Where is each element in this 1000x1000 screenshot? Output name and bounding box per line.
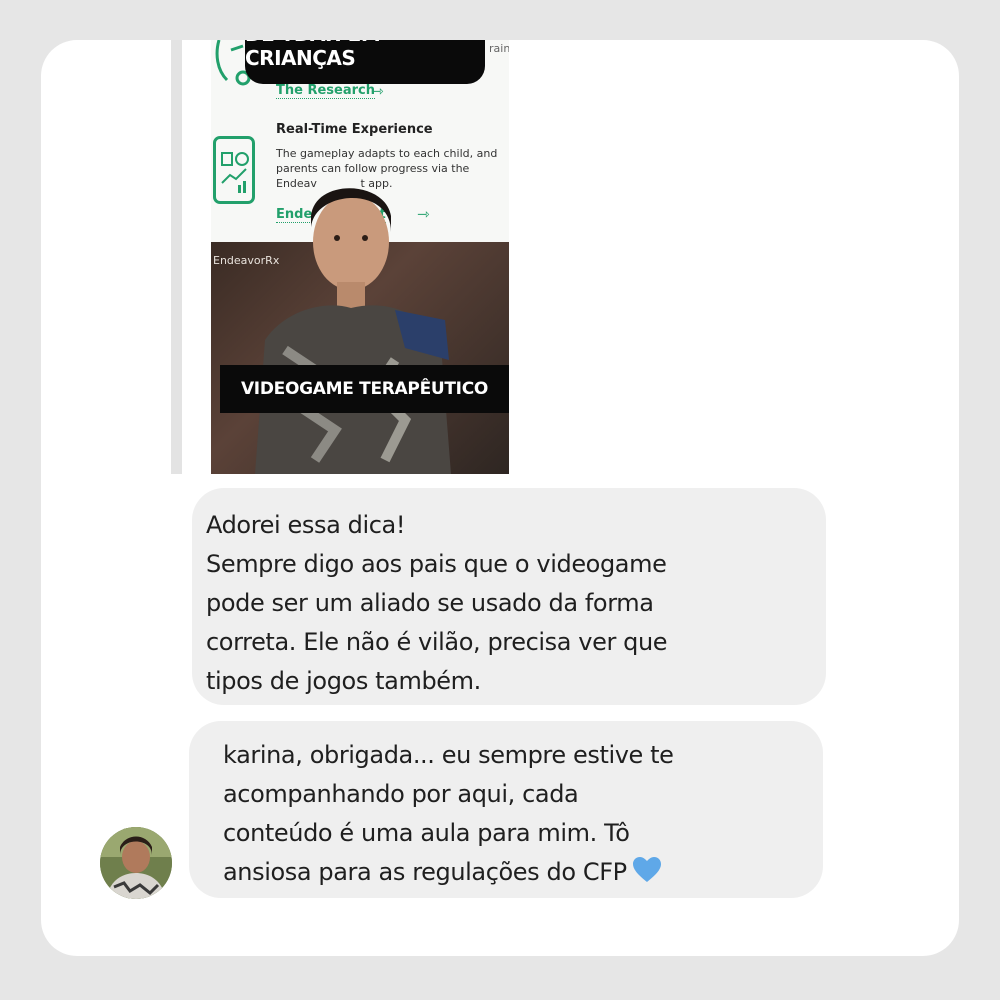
section-title: Real-Time Experience [276, 122, 433, 137]
message-line: tipos de jogos também. [206, 667, 481, 695]
message-line: Adorei essa dica! [206, 511, 406, 539]
video-caption: VIDEOGAME TERAPÊUTICO [220, 365, 509, 413]
message-bubble-incoming[interactable]: karina, obrigada... eu sempre estive te … [189, 721, 823, 898]
research-link[interactable]: The Research [276, 83, 375, 99]
sender-avatar[interactable] [100, 827, 172, 899]
arrow-right-icon: ⇾ [371, 82, 384, 100]
message-line: acompanhando por aqui, cada [223, 780, 579, 808]
title-banner: DE TDAH EM CRIANÇAS [245, 40, 485, 84]
shared-video-post[interactable]: DE TDAH EM CRIANÇAS rain The Research ⇾ … [211, 40, 509, 474]
avatar-photo [100, 827, 172, 899]
message-line: pode ser um aliado se usado da forma [206, 589, 654, 617]
message-line: conteúdo é uma aula para mim. Tô [223, 819, 630, 847]
message-line-last: ansiosa para as regulações do CFP [223, 853, 823, 892]
message-line: Sempre digo aos pais que o videogame [206, 550, 667, 578]
presenter-image [255, 188, 451, 474]
video-frame[interactable]: EndeavorRx VIDEOGAME TERAPÊUTICO [211, 188, 509, 474]
reply-quote-bar [171, 40, 182, 474]
message-line-text: ansiosa para as regulações do CFP [223, 858, 627, 886]
blue-heart-icon [632, 857, 661, 882]
cut-off-text: rain [489, 42, 509, 55]
message-line: karina, obrigada... eu sempre estive te [223, 741, 674, 769]
message-bubble-reply[interactable]: Adorei essa dica! Sempre digo aos pais q… [192, 488, 826, 705]
message-line: correta. Ele não é vilão, precisa ver qu… [206, 628, 668, 656]
